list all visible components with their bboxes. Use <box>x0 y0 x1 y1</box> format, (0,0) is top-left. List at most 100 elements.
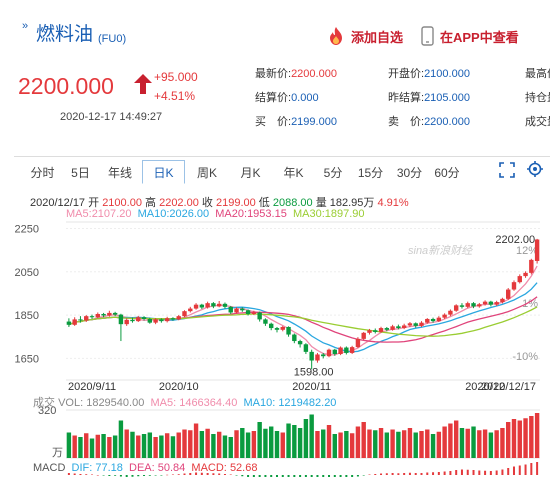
stat-latest: 最新价:2200.000 <box>255 68 337 80</box>
macd-bar <box>455 470 458 475</box>
macd-bar <box>229 474 232 475</box>
macd-bar <box>102 475 105 476</box>
page-title: 燃料油 <box>36 24 94 45</box>
macd-bar <box>166 474 169 476</box>
candle-body <box>274 328 280 330</box>
add-favorite-button[interactable]: 添加自选 <box>326 26 403 46</box>
kline-chart[interactable]: 225020501850165012%1%-10%sina新浪财经2202.00… <box>0 218 550 477</box>
tab-intraday[interactable]: 分时 <box>22 160 63 184</box>
volume-bar <box>465 428 470 458</box>
candle-body <box>84 316 89 321</box>
tab-5min[interactable]: 5分 <box>315 160 351 184</box>
date-tick-label: 2020/10 <box>159 381 199 393</box>
candle-body <box>211 303 216 307</box>
volume-bar <box>367 429 372 458</box>
candle-body <box>280 326 285 330</box>
quote-timestamp: 2020-12-17 14:49:27 <box>60 111 163 123</box>
tab-30min[interactable]: 30分 <box>390 160 429 184</box>
tab-year-line[interactable]: 年线 <box>98 160 142 184</box>
candle-body <box>326 349 332 357</box>
candle-body <box>401 325 407 329</box>
volume-bar <box>89 438 95 458</box>
volume-bar <box>107 437 112 458</box>
volume-bar <box>477 430 482 458</box>
macd-bar <box>85 474 88 475</box>
percent-tick-label: -10% <box>512 351 538 363</box>
macd-bar <box>484 470 487 475</box>
volume-bar <box>494 430 499 458</box>
candle-body <box>107 312 112 316</box>
change-percent: +4.51% <box>154 89 196 103</box>
candle-body <box>430 318 436 322</box>
macd-bar <box>449 471 452 475</box>
header-bar: » 燃料油 (FU0) 添加自选 在APP中查看 <box>0 0 550 48</box>
volume-bar <box>228 437 233 458</box>
candle-body <box>147 318 153 323</box>
macd-bar <box>426 472 429 475</box>
volume-bar <box>205 428 210 458</box>
macd-bar <box>397 473 400 475</box>
price-tick-label: 2050 <box>15 267 39 279</box>
settings-icon[interactable] <box>527 161 543 177</box>
tab-60min[interactable]: 60分 <box>429 160 465 184</box>
macd-dea: 50.84 <box>157 462 186 474</box>
volume-bar <box>147 432 153 458</box>
candle-body <box>309 351 314 361</box>
macd-bar <box>489 471 492 475</box>
volume-bar <box>84 433 89 458</box>
volume-bar <box>384 432 390 458</box>
volume-bar <box>378 428 384 458</box>
candle-body <box>124 319 129 325</box>
macd-bar <box>131 475 134 477</box>
stat-prev-settle: 昨结算:2105.000 <box>388 92 470 104</box>
candle-body <box>257 312 262 320</box>
macd-bar <box>536 462 539 475</box>
volume-bar <box>332 434 337 458</box>
volume-bar <box>430 434 436 458</box>
tab-yearly-k[interactable]: 年K <box>272 160 315 184</box>
date-tick-label: 2020/12/17 <box>481 381 536 393</box>
volume-bar <box>216 431 222 458</box>
volume-bar <box>297 428 303 458</box>
macd-bar <box>108 475 111 476</box>
volume-bar <box>413 432 418 458</box>
tab-5day[interactable]: 5日 <box>63 160 98 184</box>
candle-body <box>234 308 239 313</box>
stat-high: 最高价 <box>525 68 550 80</box>
macd-value: 52.68 <box>229 462 258 474</box>
volume-bar <box>459 428 465 458</box>
macd-bar <box>177 474 180 475</box>
volume-bar <box>396 431 401 458</box>
macd-bar <box>235 475 238 476</box>
volume-bar <box>263 428 268 458</box>
volume-bar <box>453 420 459 458</box>
volume-bar <box>303 419 309 458</box>
volume-bar <box>419 431 424 458</box>
macd-bar <box>472 470 475 475</box>
candle-body <box>136 317 141 322</box>
tab-15min[interactable]: 15分 <box>351 160 390 184</box>
volume-bar <box>338 432 343 458</box>
stat-settle: 结算价:0.000 <box>255 92 319 104</box>
volume-bar <box>130 431 135 458</box>
watermark: sina新浪财经 <box>408 244 473 257</box>
tab-weekly-k[interactable]: 周K <box>185 160 229 184</box>
macd-bar <box>437 472 440 475</box>
candle-body <box>130 319 135 322</box>
candle-body <box>286 326 291 335</box>
tab-monthly-k[interactable]: 月K <box>229 160 272 184</box>
candle-body <box>477 304 482 307</box>
candle-body <box>205 303 210 308</box>
macd-bar <box>420 473 423 475</box>
volume-bar <box>240 428 245 458</box>
macd-bar <box>414 473 417 475</box>
candle-body <box>523 272 528 277</box>
candle-body <box>338 347 343 355</box>
candle-body <box>407 323 413 326</box>
fullscreen-icon[interactable] <box>499 162 515 178</box>
macd-bar <box>466 469 469 475</box>
volume-bar <box>321 429 326 458</box>
open-app-button[interactable]: 在APP中查看 <box>421 26 519 46</box>
macd-bar <box>478 470 481 475</box>
tab-daily-k[interactable]: 日K <box>142 160 185 184</box>
